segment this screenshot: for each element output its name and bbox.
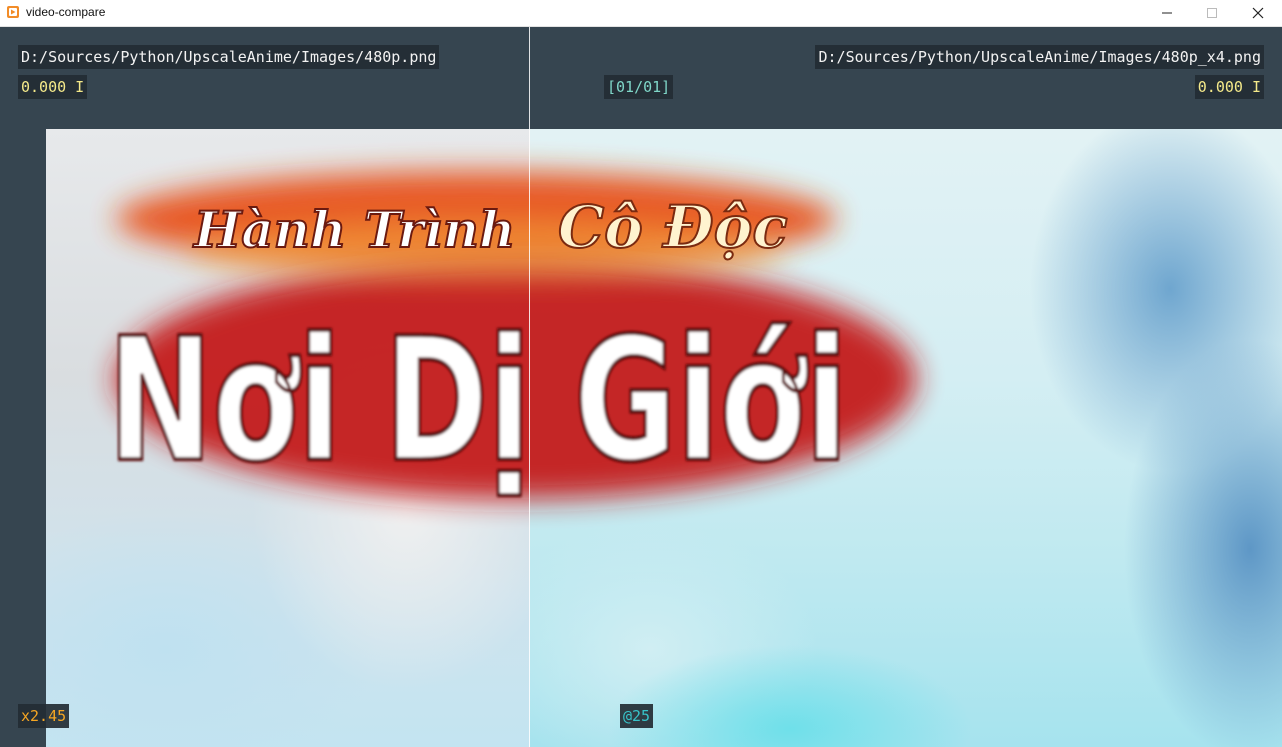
right-time-info: 0.000 I — [1194, 75, 1264, 99]
left-time-info: 0.000 I — [18, 75, 88, 99]
right-file-path: D:/Sources/Python/UpscaleAnime/Images/48… — [815, 45, 1264, 69]
position-label: @25 — [620, 704, 654, 728]
app-icon — [7, 6, 19, 18]
maximize-button[interactable] — [1189, 0, 1235, 26]
left-file-path: D:/Sources/Python/UpscaleAnime/Images/48… — [18, 45, 440, 69]
title-bar: video-compare — [0, 0, 1282, 27]
zoom-label: x2.45 — [18, 704, 70, 728]
minimize-icon — [1162, 12, 1172, 14]
artwork-line1-right: Cô Độc — [558, 193, 788, 261]
artwork-line1-left: Hành Trình — [192, 200, 515, 259]
split-divider[interactable] — [529, 27, 530, 747]
artwork-line2: Nơi Dị Giới — [108, 302, 848, 500]
close-button[interactable] — [1235, 0, 1281, 26]
frame-counter: [01/01] — [604, 75, 674, 99]
close-icon — [1252, 7, 1264, 19]
minimize-button[interactable] — [1144, 0, 1190, 26]
compared-image[interactable]: Hành Trình Cô Độc Nơi Dị Giới — [46, 129, 1282, 747]
maximize-icon — [1207, 8, 1217, 18]
compare-viewport[interactable]: Hành Trình Cô Độc Nơi Dị Giới D:/Sources… — [0, 27, 1282, 747]
window-title: video-compare — [26, 5, 106, 19]
title-artwork: Hành Trình Cô Độc Nơi Dị Giới — [106, 171, 916, 502]
